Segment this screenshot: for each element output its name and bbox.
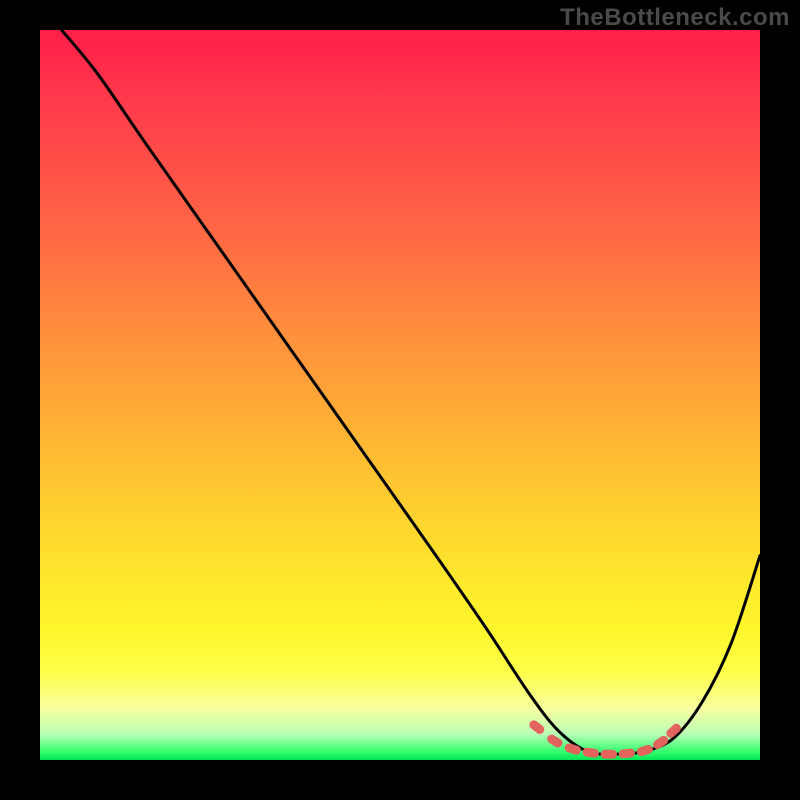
chart-frame: TheBottleneck.com [0,0,800,800]
optimal-marker [582,747,600,758]
plot-area [40,30,760,760]
optimal-marker [636,744,654,758]
optimal-marker [600,749,617,758]
watermark-text: TheBottleneck.com [560,4,790,32]
optimal-marker [528,719,547,736]
optimal-marker [618,748,635,759]
bottleneck-curve [62,30,760,754]
curve-layer [40,30,760,760]
